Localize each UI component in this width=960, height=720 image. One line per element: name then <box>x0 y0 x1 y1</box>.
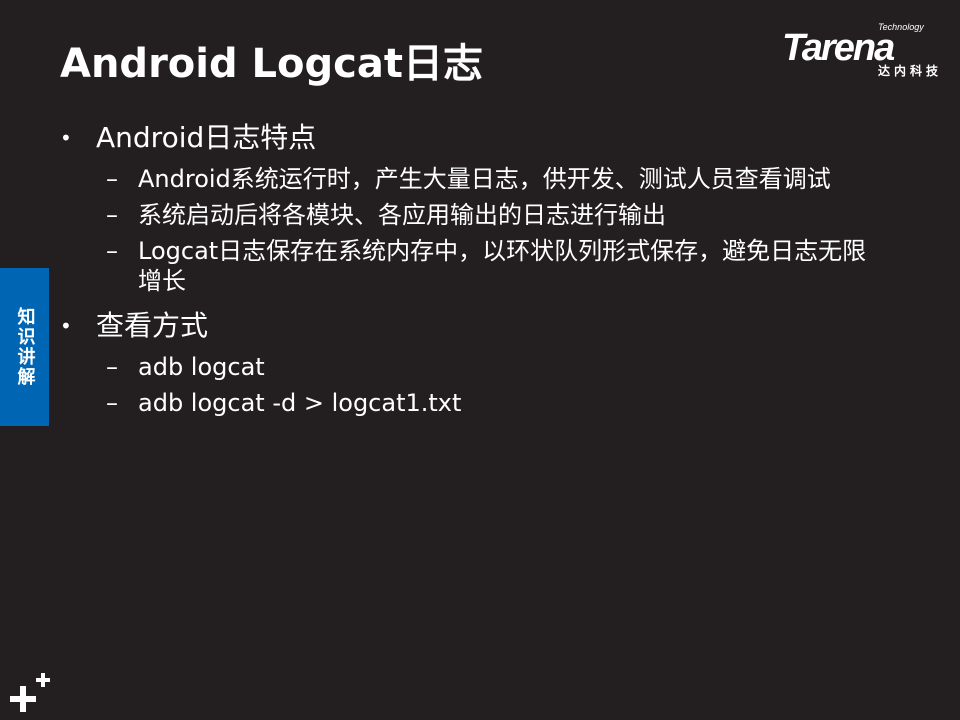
dash-icon: – <box>106 201 118 229</box>
tarena-logo: Technology Tarena 达内科技 <box>782 22 944 82</box>
slide-content: • Android日志特点 – Android系统运行时，产生大量日志，供开发、… <box>58 118 898 428</box>
logo-sub-text: 达内科技 <box>877 64 942 78</box>
list-item-text: Android系统运行时，产生大量日志，供开发、测试人员查看调试 <box>138 165 831 193</box>
dash-icon: – <box>106 389 118 417</box>
slide: Android Logcat日志 Technology Tarena 达内科技 … <box>0 0 960 720</box>
plus-plus-icon <box>10 673 50 712</box>
bullet-icon: • <box>60 314 72 338</box>
logo-main-text: Tarena <box>782 27 895 69</box>
side-tab-label: 知识讲解 <box>14 307 36 387</box>
list-item: – Logcat日志保存在系统内存中，以环状队列形式保存，避免日志无限增长 <box>58 236 878 296</box>
section-heading: • 查看方式 <box>58 306 898 346</box>
side-tab: 知识讲解 <box>0 268 49 426</box>
list-item-text: adb logcat <box>138 353 265 381</box>
section-heading-text: Android日志特点 <box>96 121 317 154</box>
list-item-text: adb logcat -d > logcat1.txt <box>138 389 462 417</box>
list-item: – 系统启动后将各模块、各应用输出的日志进行输出 <box>58 200 878 230</box>
list-item-text: Logcat日志保存在系统内存中，以环状队列形式保存，避免日志无限增长 <box>138 237 867 295</box>
list-item-text: 系统启动后将各模块、各应用输出的日志进行输出 <box>138 201 666 229</box>
slide-title: Android Logcat日志 <box>60 41 483 87</box>
bullet-icon: • <box>60 126 72 150</box>
section-heading-text: 查看方式 <box>96 309 209 342</box>
dash-icon: – <box>106 237 118 265</box>
dash-icon: – <box>106 353 118 381</box>
section-items: – Android系统运行时，产生大量日志，供开发、测试人员查看调试 – 系统启… <box>58 164 898 296</box>
dash-icon: – <box>106 165 118 193</box>
section-heading: • Android日志特点 <box>58 118 898 158</box>
list-item: – adb logcat <box>58 352 878 382</box>
section-items: – adb logcat – adb logcat -d > logcat1.t… <box>58 352 898 418</box>
list-item: – Android系统运行时，产生大量日志，供开发、测试人员查看调试 <box>58 164 878 194</box>
list-item: – adb logcat -d > logcat1.txt <box>58 388 878 418</box>
